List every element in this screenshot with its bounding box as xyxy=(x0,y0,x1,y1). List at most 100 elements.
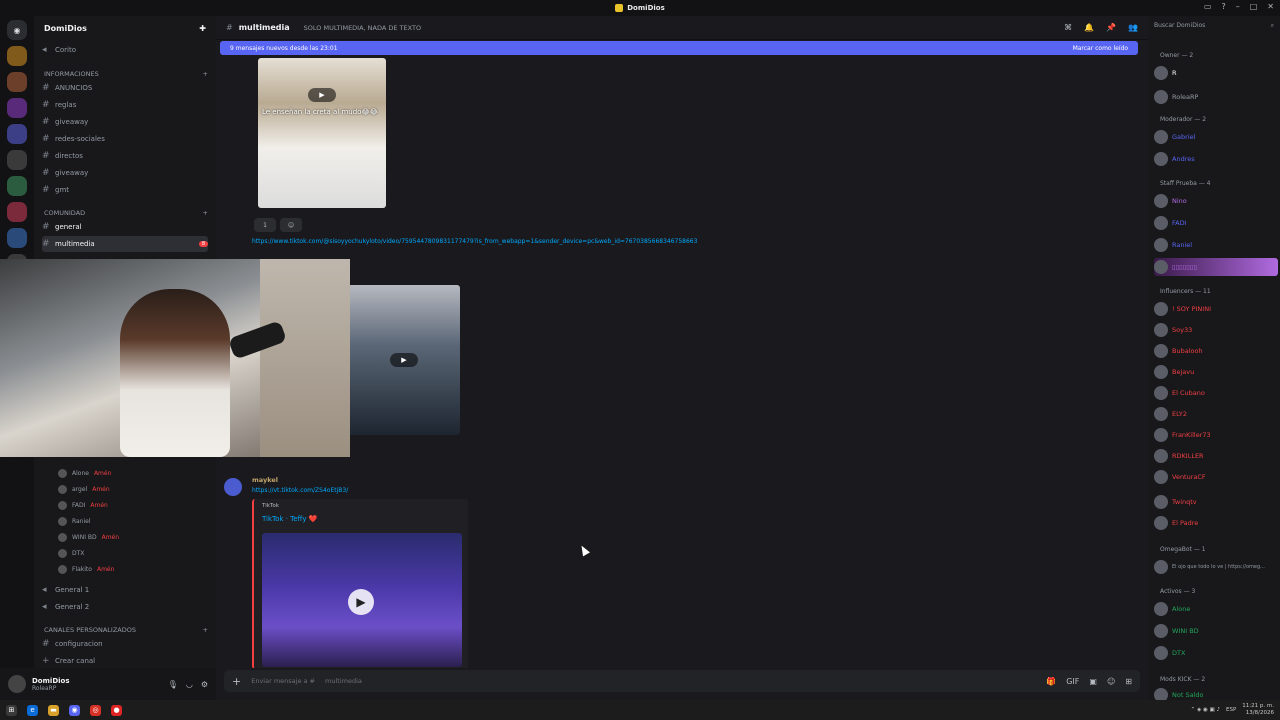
add-channel-icon[interactable]: + xyxy=(203,70,208,78)
tray-icons[interactable]: ⌃ ◈ ◉ ▣ ♪ xyxy=(1191,707,1220,713)
voice-user[interactable]: FADI Amén xyxy=(58,498,238,512)
channel-item[interactable]: # configuracion xyxy=(42,636,208,652)
voice-user[interactable]: Flakito Amén xyxy=(58,562,238,576)
member-item[interactable]: El Cubano xyxy=(1154,384,1278,402)
avatar[interactable] xyxy=(8,675,26,693)
voice-channel[interactable]: ◂ General 1 xyxy=(42,582,208,598)
embed-title[interactable]: TikTok · Teffy ❤️ xyxy=(262,515,317,523)
search-input[interactable]: Buscar DomiDios ⌕ xyxy=(1154,22,1274,34)
member-item[interactable]: RDKILLER xyxy=(1154,447,1278,465)
add-channel-icon[interactable]: + xyxy=(203,626,208,634)
member-item[interactable]: ELY2 xyxy=(1154,405,1278,423)
guild-header[interactable]: DomiDios ✚ xyxy=(34,16,216,40)
server-icon[interactable] xyxy=(7,202,27,222)
voice-channel[interactable]: ◂ General 2 xyxy=(42,599,208,615)
play-icon[interactable]: ▶ xyxy=(308,88,336,102)
member-item[interactable]: Bejavu xyxy=(1154,363,1278,381)
member-item[interactable]: WINI BD xyxy=(1154,622,1278,640)
member-item[interactable]: VenturaCF xyxy=(1154,468,1278,486)
member-item[interactable]: Andres xyxy=(1154,150,1278,168)
channel-item[interactable]: # giveaway xyxy=(42,165,208,181)
message-link[interactable]: https://www.tiktok.com/@sisoyyochukyloto… xyxy=(252,238,697,245)
threads-icon[interactable]: ⌘ xyxy=(1064,23,1072,32)
discord-icon[interactable]: ◉ xyxy=(69,704,80,716)
member-item[interactable]: Bubalooh xyxy=(1154,342,1278,360)
chrome-icon[interactable]: ◎ xyxy=(90,704,101,716)
member-item[interactable]: Soy33 xyxy=(1154,321,1278,339)
new-messages-bar[interactable]: 9 mensajes nuevos desde las 23:01 Marcar… xyxy=(220,41,1138,55)
play-icon[interactable]: ▶ xyxy=(390,353,418,367)
member-item[interactable]: FranKiller73 xyxy=(1154,426,1278,444)
bell-icon[interactable]: 🔔 xyxy=(1084,23,1094,32)
emoji-icon[interactable]: ☺ xyxy=(1107,677,1115,686)
gift-icon[interactable]: 🎁 xyxy=(1046,677,1056,686)
add-reaction-icon[interactable]: ☺ xyxy=(280,218,302,232)
server-icon[interactable] xyxy=(7,124,27,144)
server-icon[interactable] xyxy=(7,72,27,92)
member-item[interactable]: FADI xyxy=(1154,214,1278,232)
members-icon[interactable]: 👥 xyxy=(1128,23,1138,32)
category-info[interactable]: INFORMACIONES + xyxy=(44,70,208,78)
server-icon[interactable] xyxy=(7,46,27,66)
channel-item[interactable]: # ANUNCIOS xyxy=(42,80,208,96)
sticker-icon[interactable]: ▣ xyxy=(1089,677,1097,686)
channel-item[interactable]: # gmt xyxy=(42,182,208,198)
member-item[interactable]: Not Saldo xyxy=(1154,686,1278,700)
server-icon[interactable] xyxy=(7,98,27,118)
upload-plus-icon[interactable]: + xyxy=(232,675,241,688)
minimize-icon[interactable]: – xyxy=(1236,2,1240,11)
category-custom[interactable]: CANALES PERSONALIZADOS + xyxy=(44,626,208,634)
gif-icon[interactable]: GIF xyxy=(1066,677,1079,686)
mark-read-button[interactable]: Marcar como leído xyxy=(1073,45,1128,52)
channel-item[interactable]: # directos xyxy=(42,148,208,164)
apps-icon[interactable]: ⊞ xyxy=(1125,677,1132,686)
member-item[interactable]: Nino xyxy=(1154,192,1278,210)
headphones-icon[interactable]: ◡ xyxy=(186,680,193,689)
help-icon[interactable]: ? xyxy=(1221,2,1225,11)
channel-item[interactable]: # general xyxy=(42,219,208,235)
start-icon[interactable]: ⊞ xyxy=(6,704,17,716)
create-channel[interactable]: + Crear canal xyxy=(42,653,208,669)
pin-icon[interactable]: 📌 xyxy=(1106,23,1116,32)
voice-user[interactable]: Alone Amén xyxy=(58,466,238,480)
reaction-count[interactable]: 1 xyxy=(254,218,276,232)
member-item[interactable]: Gabriel xyxy=(1154,128,1278,146)
add-channel-icon[interactable]: + xyxy=(203,209,208,217)
microphone-icon[interactable]: 🎙 xyxy=(168,680,178,689)
channel-item[interactable]: # reglas xyxy=(42,97,208,113)
play-icon[interactable]: ▶ xyxy=(348,589,374,615)
home-button[interactable]: ◉ xyxy=(7,20,27,40)
video-attachment[interactable]: ▶ xyxy=(348,285,460,435)
message-composer[interactable]: + Enviar mensaje a # multimedia 🎁 GIF ▣ … xyxy=(224,670,1140,692)
message-link[interactable]: https://vt.tiktok.com/ZS4oEtjB3/ xyxy=(252,487,348,494)
folder-icon[interactable]: ▬ xyxy=(48,704,59,716)
member-item[interactable]: Raniel xyxy=(1154,236,1278,254)
server-icon[interactable] xyxy=(7,228,27,248)
app-icon[interactable]: ● xyxy=(111,704,122,716)
channel-item[interactable]: # redes-sociales xyxy=(42,131,208,147)
member-item[interactable]: R xyxy=(1154,64,1278,82)
channel-item-active[interactable]: # multimedia 8 xyxy=(42,236,208,252)
maximize-icon[interactable]: □ xyxy=(1250,2,1258,11)
member-item[interactable]: Alone xyxy=(1154,600,1278,618)
member-item[interactable]: Twinqtv xyxy=(1154,493,1278,511)
voice-user[interactable]: Raniel xyxy=(58,514,238,528)
language-indicator[interactable]: ESP xyxy=(1226,707,1236,713)
close-icon[interactable]: ✕ xyxy=(1267,2,1274,11)
edge-icon[interactable]: e xyxy=(27,704,38,716)
voice-user[interactable]: DTX xyxy=(58,546,238,560)
channel-item[interactable]: ◂ Corito xyxy=(42,42,208,58)
voice-user[interactable]: argel Amén xyxy=(58,482,238,496)
clock[interactable]: 11:21 p. m. 13/8/2026 xyxy=(1242,703,1274,717)
channel-item[interactable]: # giveaway xyxy=(42,114,208,130)
member-item[interactable]: ! SOY PININI xyxy=(1154,300,1278,318)
server-icon[interactable] xyxy=(7,150,27,170)
member-item[interactable]: RoleaRP xyxy=(1154,88,1278,106)
member-item[interactable]: DTX xyxy=(1154,644,1278,662)
avatar[interactable] xyxy=(224,478,242,496)
server-icon[interactable] xyxy=(7,176,27,196)
member-item[interactable]: El ojo que todo lo ve | https://omeg... xyxy=(1154,558,1278,576)
embed-video-thumbnail[interactable]: ▶ xyxy=(262,533,462,667)
member-item[interactable]: El Padre xyxy=(1154,514,1278,532)
voice-user[interactable]: WINI BD Amén xyxy=(58,530,238,544)
